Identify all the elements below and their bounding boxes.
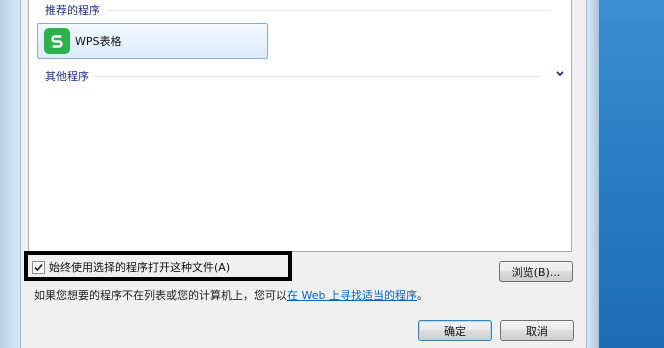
checkmark-icon	[34, 263, 43, 271]
browse-button[interactable]: 浏览(B)...	[499, 261, 573, 282]
group-divider	[95, 75, 541, 77]
window-frame-right	[586, 0, 599, 348]
group-divider	[106, 9, 552, 11]
program-label: WPS表格	[75, 35, 122, 48]
always-use-option[interactable]: 始终使用选择的程序打开这种文件(A)	[32, 259, 230, 275]
always-use-checkbox[interactable]	[32, 260, 45, 274]
other-programs-label: 其他程序	[45, 70, 89, 83]
find-program-on-web-link[interactable]: 在 Web 上寻找适当的程序	[287, 289, 417, 302]
recommended-programs-header: 推荐的程序	[45, 2, 552, 18]
other-programs-header[interactable]: 其他程序	[45, 68, 541, 84]
ok-button[interactable]: 确定	[418, 320, 492, 341]
info-text-line: 如果您想要的程序不在列表或您的计算机上，您可以在 Web 上寻找适当的程序。	[34, 287, 428, 303]
info-suffix: 。	[416, 289, 428, 302]
always-use-label: 始终使用选择的程序打开这种文件(A)	[49, 261, 231, 274]
program-item-wps-spreadsheet[interactable]: WPS表格	[37, 23, 268, 59]
program-list[interactable]: 推荐的程序 WPS表格 其他程序	[28, 0, 572, 252]
window-frame-left	[0, 0, 21, 348]
info-text: 如果您想要的程序不在列表或您的计算机上，您可以	[34, 289, 287, 302]
wps-spreadsheet-icon	[44, 28, 70, 54]
recommended-programs-label: 推荐的程序	[45, 4, 100, 17]
chevron-down-icon[interactable]	[555, 69, 565, 79]
cancel-button[interactable]: 取消	[500, 320, 574, 341]
